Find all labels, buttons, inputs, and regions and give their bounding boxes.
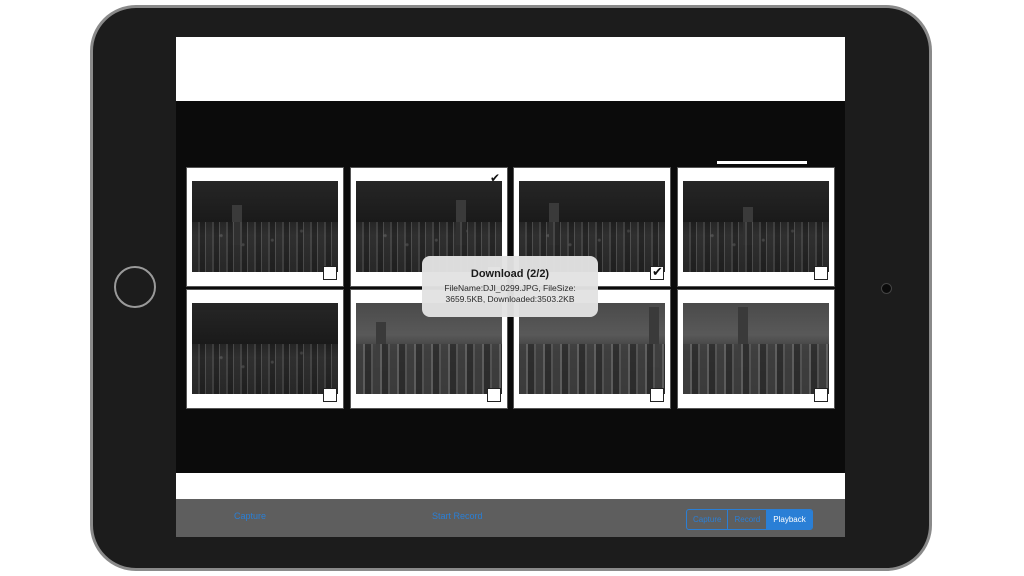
mode-capture-segment[interactable]: Capture [687,510,729,529]
download-progress-dialog: Download (2/2) FileName:DJI_0299.JPG, Fi… [422,256,598,317]
photo-thumbnail [683,181,829,272]
select-checkbox[interactable] [814,266,828,280]
dialog-message-line: FileName:DJI_0299.JPG, FileSize: [444,283,576,293]
select-checkbox[interactable]: ✔ [650,264,664,280]
mode-segmented-control: Capture Record Playback [686,509,813,530]
checkmark-icon: ✔ [652,264,663,279]
select-checkbox[interactable] [487,388,501,402]
select-checkbox[interactable] [323,266,337,280]
divider [717,161,807,164]
photo-tile[interactable] [186,289,344,409]
capture-button[interactable]: Capture [234,511,266,521]
photo-thumbnail [683,303,829,394]
download-check-icon: ✔ [489,171,500,185]
select-checkbox[interactable] [323,388,337,402]
dialog-message: FileName:DJI_0299.JPG, FileSize: 3659.5K… [422,283,598,305]
dialog-message-line: 3659.5KB, Downloaded:3503.2KB [445,294,575,304]
photo-tile[interactable] [677,167,835,287]
dialog-title: Download (2/2) [470,268,550,280]
select-checkbox[interactable] [814,388,828,402]
home-button[interactable] [114,266,156,308]
photo-tile[interactable] [677,289,835,409]
camera-icon [881,283,892,294]
app-screen: ✔ ✔ Download (2/2) FileName:DJI_0299.JPG… [176,37,845,537]
photo-thumbnail [192,181,338,272]
photo-tile[interactable] [186,167,344,287]
bottom-toolbar: Capture Start Record Capture Record Play… [176,499,845,537]
select-checkbox[interactable] [650,388,664,402]
start-record-button[interactable]: Start Record [432,511,483,521]
photo-thumbnail [192,303,338,394]
mode-playback-segment[interactable]: Playback [767,510,812,529]
mode-record-segment[interactable]: Record [728,510,768,529]
